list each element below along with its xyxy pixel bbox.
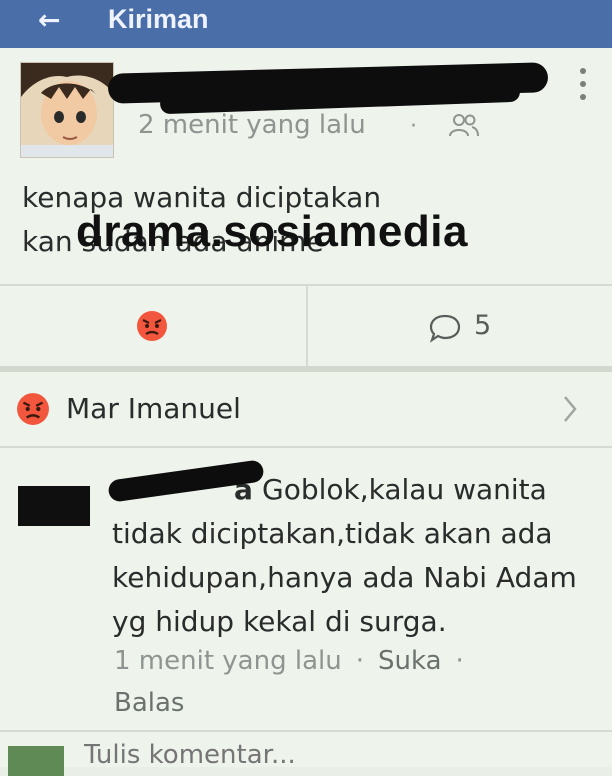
- comment-count: 5: [474, 310, 492, 341]
- friends-icon: [448, 112, 480, 142]
- angry-emoji-icon: [16, 392, 50, 430]
- app-header: ← Kiriman: [0, 0, 612, 48]
- reply-button[interactable]: Balas: [114, 688, 184, 718]
- comment-card: a Goblok,kalau wanita tidak diciptakan,ti…: [0, 448, 612, 730]
- comment-composer: [0, 730, 612, 776]
- comment-input[interactable]: [84, 740, 534, 770]
- commenter-avatar[interactable]: [18, 486, 90, 526]
- separator-dot: ·: [410, 114, 417, 139]
- speech-bubble-icon[interactable]: [428, 313, 462, 347]
- angry-emoji-icon[interactable]: [136, 310, 168, 346]
- divider-vertical: [306, 286, 308, 366]
- page-title: Kiriman: [108, 4, 209, 34]
- reactors-row[interactable]: Mar Imanuel: [0, 372, 612, 448]
- more-options-icon[interactable]: [580, 68, 588, 107]
- watermark-text: drama.sosiamedia: [76, 207, 468, 256]
- author-avatar[interactable]: [20, 62, 114, 158]
- comment-timestamp: 1 menit yang lalu: [114, 646, 342, 676]
- separator-dot: ·: [455, 646, 464, 676]
- post-timestamp: 2 menit yang lalu: [138, 110, 366, 140]
- separator-dot: ·: [355, 646, 364, 676]
- my-avatar: [8, 746, 64, 776]
- like-button[interactable]: Suka: [378, 646, 442, 676]
- back-arrow-icon[interactable]: ←: [38, 5, 61, 36]
- comment-body: a Goblok,kalau wanita tidak diciptakan,ti…: [112, 468, 582, 644]
- chevron-right-icon[interactable]: [560, 392, 580, 430]
- reactor-name: Mar Imanuel: [66, 392, 241, 425]
- comment-meta: 1 menit yang lalu · Suka ·: [114, 646, 478, 676]
